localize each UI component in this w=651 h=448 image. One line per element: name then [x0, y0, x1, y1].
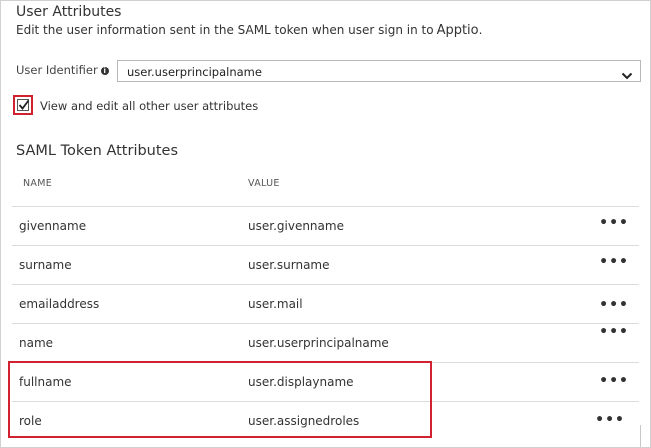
- table-row[interactable]: surname user.surname •••: [12, 245, 639, 284]
- app-name: Apptio: [436, 23, 479, 38]
- info-icon[interactable]: i: [100, 67, 109, 75]
- subtitle-text: Edit the user information sent in the SA…: [16, 23, 434, 37]
- user-identifier-select[interactable]: user.userprincipalname: [117, 60, 641, 82]
- checkmark-icon: [18, 99, 30, 110]
- attribute-name: givenname: [19, 219, 87, 233]
- checkbox-highlight: [13, 95, 33, 115]
- user-identifier-value: user.userprincipalname: [127, 65, 262, 79]
- attribute-value: user.displayname: [248, 375, 354, 389]
- scrollbar-edge: [640, 425, 641, 447]
- attribute-name: role: [19, 414, 42, 428]
- table-row[interactable]: fullname user.displayname •••: [12, 362, 639, 401]
- attribute-name: fullname: [19, 375, 72, 389]
- chevron-down-icon: [621, 66, 633, 85]
- attribute-name: emailaddress: [19, 297, 100, 311]
- more-options-icon[interactable]: •••: [599, 324, 629, 340]
- more-options-icon[interactable]: •••: [599, 373, 629, 389]
- more-options-icon[interactable]: •••: [595, 412, 625, 428]
- view-edit-attributes-checkbox[interactable]: [17, 99, 30, 111]
- attribute-name: surname: [19, 258, 72, 272]
- column-header-name: NAME: [23, 178, 53, 189]
- column-header-value: VALUE: [248, 178, 280, 189]
- attribute-value: user.assignedroles: [248, 414, 360, 428]
- more-options-icon[interactable]: •••: [599, 254, 629, 270]
- user-identifier-label: User Identifier i: [16, 63, 109, 77]
- subtitle-end: .: [478, 23, 483, 37]
- view-edit-attributes-label[interactable]: View and edit all other user attributes: [40, 99, 258, 113]
- saml-section-title: SAML Token Attributes: [16, 143, 179, 159]
- attribute-value: user.surname: [248, 258, 330, 272]
- user-identifier-label-text: User Identifier: [16, 63, 98, 77]
- table-row[interactable]: role user.assignedroles •••: [12, 401, 639, 440]
- page-subtitle: Edit the user information sent in the SA…: [16, 23, 482, 38]
- attribute-value: user.givenname: [248, 219, 344, 233]
- more-options-icon[interactable]: •••: [599, 297, 629, 313]
- attribute-value: user.mail: [248, 297, 303, 311]
- attribute-name: name: [19, 336, 54, 350]
- table-row[interactable]: givenname user.givenname •••: [12, 206, 639, 245]
- table-row[interactable]: name user.userprincipalname •••: [12, 323, 639, 362]
- saml-attributes-table: givenname user.givenname ••• surname use…: [12, 206, 639, 440]
- page-title: User Attributes: [16, 4, 122, 20]
- more-options-icon[interactable]: •••: [599, 215, 629, 231]
- attribute-value: user.userprincipalname: [248, 336, 389, 350]
- table-row[interactable]: emailaddress user.mail •••: [12, 284, 639, 323]
